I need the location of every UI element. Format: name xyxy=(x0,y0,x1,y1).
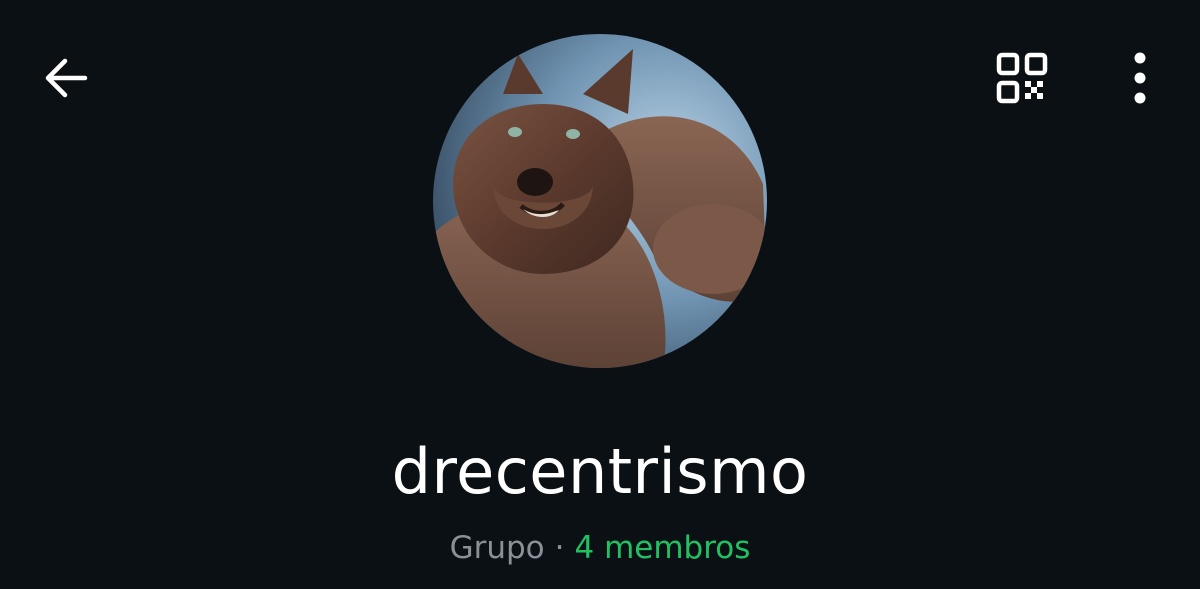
qr-code-button[interactable] xyxy=(982,38,1062,118)
group-info-screen: drecentrismo Grupo · 4 membros xyxy=(0,0,1200,589)
group-name[interactable]: drecentrismo xyxy=(0,432,1200,512)
arrow-left-icon xyxy=(45,58,88,98)
subtitle-separator: · xyxy=(554,530,565,566)
more-vertical-icon xyxy=(1134,52,1146,104)
qr-code-icon xyxy=(996,52,1048,104)
group-avatar-image xyxy=(433,34,767,368)
group-type-label: Grupo xyxy=(449,530,545,566)
group-subtitle: Grupo · 4 membros xyxy=(0,528,1200,568)
back-button[interactable] xyxy=(26,38,106,118)
members-count-link[interactable]: 4 membros xyxy=(575,530,751,566)
more-options-button[interactable] xyxy=(1100,38,1180,118)
group-avatar[interactable] xyxy=(433,34,767,368)
